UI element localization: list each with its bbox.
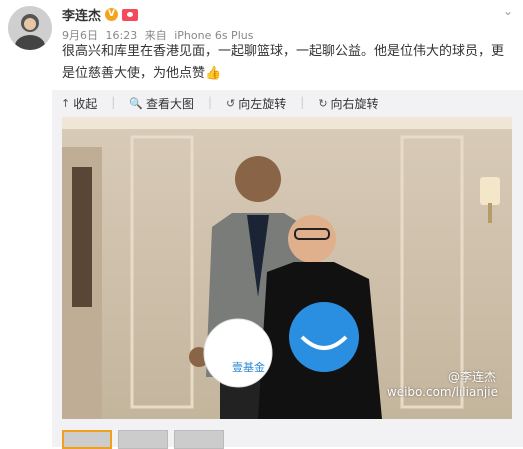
rotate-left-label: 向左旋转 bbox=[238, 97, 287, 111]
collapse-label: 收起 bbox=[73, 97, 98, 111]
thumbs-up-emoji: 👍 bbox=[205, 66, 222, 81]
zoom-icon: 🔍 bbox=[129, 97, 143, 110]
collapse-icon: ↑ bbox=[61, 97, 71, 110]
avatar-image bbox=[8, 6, 52, 50]
post-photo[interactable]: 壹基金 @李连杰 weibo.com/lilianjie bbox=[62, 117, 512, 419]
watermark-url: weibo.com/lilianjie bbox=[386, 385, 498, 399]
watermark-handle: @李连杰 bbox=[447, 370, 496, 384]
rotate-left-icon: ↺ bbox=[226, 97, 236, 110]
toolbar-separator: | bbox=[208, 95, 213, 109]
photo-scene: 壹基金 bbox=[62, 117, 512, 419]
rotate-right-label: 向右旋转 bbox=[330, 97, 379, 111]
view-large-label: 查看大图 bbox=[145, 97, 194, 111]
author-name[interactable]: 李连杰 bbox=[62, 5, 101, 24]
thumbnail-2[interactable] bbox=[118, 430, 168, 449]
author-line: 李连杰 V bbox=[62, 5, 139, 24]
vip-crown-icon bbox=[122, 8, 139, 21]
verified-icon: V bbox=[105, 8, 119, 21]
thumbnail-strip bbox=[62, 430, 224, 449]
thumbnail-1[interactable] bbox=[62, 430, 112, 449]
rotate-right-button[interactable]: ↻ 向右旋转 bbox=[318, 95, 378, 112]
media-toolbar: ↑ 收起 | 🔍 查看大图 | ↺ 向左旋转 | ↻ 向右旋转 bbox=[61, 95, 379, 112]
view-large-button[interactable]: 🔍 查看大图 bbox=[129, 95, 194, 112]
more-icon[interactable]: ⌄ bbox=[503, 4, 513, 18]
rotate-right-icon: ↻ bbox=[318, 97, 328, 110]
toolbar-separator: | bbox=[111, 95, 116, 109]
toolbar-separator: | bbox=[300, 95, 305, 109]
avatar[interactable] bbox=[8, 6, 52, 50]
collapse-button[interactable]: ↑ 收起 bbox=[61, 95, 97, 112]
sign-left-text: 壹基金 bbox=[232, 360, 265, 374]
post-text: 很高兴和库里在香港见面，一起聊篮球，一起聊公益。他是位伟大的球员，更是位慈善大使… bbox=[62, 41, 514, 85]
thumbnail-3[interactable] bbox=[174, 430, 224, 449]
post-body: 很高兴和库里在香港见面，一起聊篮球，一起聊公益。他是位伟大的球员，更是位慈善大使… bbox=[62, 44, 505, 81]
rotate-left-button[interactable]: ↺ 向左旋转 bbox=[226, 95, 286, 112]
